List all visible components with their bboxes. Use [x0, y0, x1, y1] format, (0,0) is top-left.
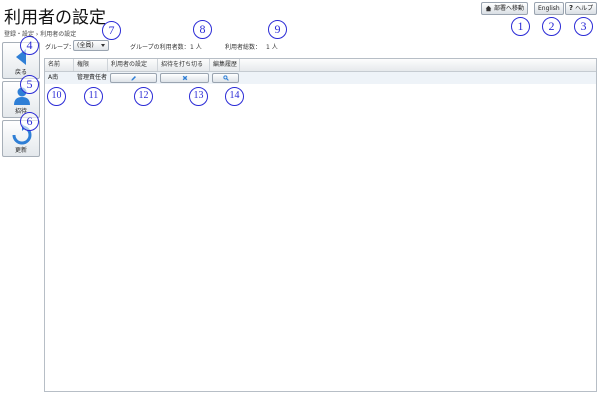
annotation-6: 6: [20, 112, 39, 131]
users-table: 名前 権限 利用者の設定 招待を打ち切る 編集履歴 A南 管理責任者: [44, 58, 597, 392]
question-icon: ?: [569, 4, 574, 12]
refresh-label: 更新: [14, 147, 27, 154]
edit-user-button[interactable]: [110, 73, 157, 83]
group-member-count: 1 人: [190, 44, 202, 51]
row-name: A南: [48, 74, 59, 81]
annotation-7: 7: [102, 21, 121, 40]
search-icon: [222, 75, 229, 81]
annotation-14: 14: [225, 87, 244, 106]
back-label: 戻る: [14, 69, 27, 76]
header-role[interactable]: 権限: [74, 59, 108, 71]
page-title: 利用者の設定: [4, 8, 106, 28]
group-select[interactable]: (全員): [73, 40, 109, 51]
annotation-5: 5: [20, 75, 39, 94]
annotation-12: 12: [134, 87, 153, 106]
home-icon: [485, 5, 492, 12]
close-icon: [182, 75, 187, 81]
annotation-4: 4: [20, 36, 39, 55]
annotation-3: 3: [574, 17, 593, 36]
english-label: English: [538, 5, 560, 12]
annotation-8: 8: [193, 20, 212, 39]
group-label: グループ：: [45, 44, 75, 51]
annotation-13: 13: [189, 87, 208, 106]
breadcrumb: 登録・設定 › 利用者の設定: [4, 31, 77, 38]
group-member-count-label: グループの利用者数：: [130, 44, 190, 51]
table-header: 名前 権限 利用者の設定 招待を打ち切る 編集履歴: [45, 59, 596, 72]
header-user-settings: 利用者の設定: [108, 59, 158, 71]
help-label: ヘルプ: [575, 5, 594, 12]
header-name[interactable]: 名前: [45, 59, 74, 71]
english-button[interactable]: English: [534, 2, 564, 15]
total-users-label: 利用者総数：: [225, 44, 262, 51]
annotation-9: 9: [268, 20, 287, 39]
chevron-down-icon: [101, 44, 105, 47]
annotation-10: 10: [47, 87, 66, 106]
row-role: 管理責任者: [77, 74, 108, 81]
header-cancel-invite: 招待を打ち切る: [158, 59, 210, 71]
move-to-department-label: 部署へ移動: [494, 5, 525, 12]
edit-history-button[interactable]: [212, 73, 239, 83]
annotation-11: 11: [84, 87, 103, 106]
group-select-value: (全員): [77, 42, 94, 49]
table-row[interactable]: A南 管理責任者: [45, 72, 596, 84]
annotation-2: 2: [542, 17, 561, 36]
header-edit-history: 編集履歴: [210, 59, 240, 71]
pencil-icon: [131, 75, 136, 81]
annotation-1: 1: [511, 17, 530, 36]
total-users-count: 1 人: [266, 44, 278, 51]
help-button[interactable]: ? ヘルプ: [565, 2, 598, 15]
cancel-invite-button[interactable]: [160, 73, 209, 83]
move-to-department-button[interactable]: 部署へ移動: [481, 2, 529, 15]
